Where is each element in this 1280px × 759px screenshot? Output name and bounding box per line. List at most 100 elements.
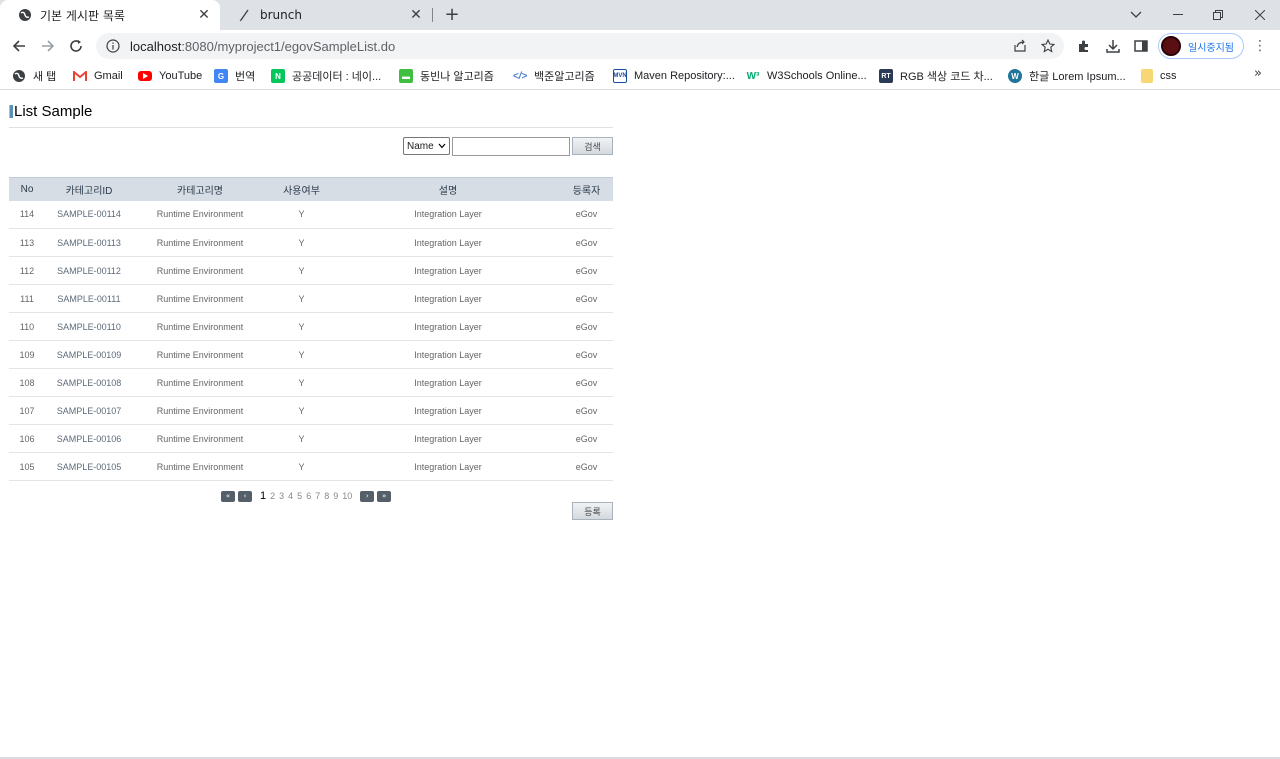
cell-description: Integration Layer [336, 256, 560, 285]
w3-icon: W³ [746, 70, 760, 82]
page-number-link[interactable]: 8 [324, 491, 329, 501]
close-tab-icon[interactable]: ✕ [408, 7, 424, 23]
address-bar[interactable]: localhost:8080/myproject1/egovSampleList… [96, 33, 1064, 59]
page-number-link[interactable]: 1 [260, 490, 266, 502]
close-tab-icon[interactable]: ✕ [196, 7, 212, 23]
table-row[interactable]: 111 SAMPLE-00111 Runtime Environment Y Integ… [9, 284, 613, 313]
bookmark-w3schools[interactable]: W³ W3Schools Online... [746, 67, 867, 85]
cell-category-id[interactable]: SAMPLE-00106 [45, 424, 133, 453]
tab-search-icon[interactable] [1116, 0, 1156, 30]
page-number-link[interactable]: 7 [315, 491, 320, 501]
cell-registrant: eGov [560, 256, 613, 285]
table-row[interactable]: 112 SAMPLE-00112 Runtime Environment Y Integ… [9, 256, 613, 285]
cell-category-name: Runtime Environment [133, 368, 267, 397]
extensions-icon[interactable] [1076, 38, 1092, 54]
cell-description: Integration Layer [336, 228, 560, 257]
bookmark-youtube[interactable]: YouTube [138, 67, 202, 85]
cell-category-id[interactable]: SAMPLE-00114 [45, 200, 133, 229]
profile-button[interactable]: 일시중지됨 [1158, 33, 1244, 59]
cell-description: Integration Layer [336, 424, 560, 453]
tab-board-list[interactable]: 기본 게시판 목록 ✕ [0, 0, 220, 30]
bookmark-public-data[interactable]: N 공공데이터 : 네이... [271, 67, 381, 85]
bookmark-star-icon[interactable] [1040, 38, 1056, 54]
bookmark-folder-css[interactable]: css [1141, 67, 1177, 85]
page-content: List Sample Name 검색 No 카테고리ID 카테고리명 사용여부… [0, 91, 1280, 759]
info-icon[interactable] [106, 39, 120, 53]
reload-button[interactable] [64, 34, 88, 58]
page-number-link[interactable]: 6 [306, 491, 311, 501]
back-button[interactable] [7, 34, 31, 58]
cell-no: 112 [9, 256, 45, 285]
page-number-link[interactable]: 10 [342, 491, 352, 501]
cell-category-id[interactable]: SAMPLE-00113 [45, 228, 133, 257]
next-page-icon[interactable]: › [360, 490, 375, 502]
table-row[interactable]: 107 SAMPLE-00107 Runtime Environment Y Integ… [9, 396, 613, 425]
menu-icon[interactable]: ⋮ [1252, 38, 1268, 54]
table-row[interactable]: 109 SAMPLE-00109 Runtime Environment Y Integ… [9, 340, 613, 369]
page-number-link[interactable]: 4 [288, 491, 293, 501]
cell-use-yn: Y [267, 312, 336, 341]
search-keyword-input[interactable] [452, 137, 570, 156]
bookmark-lorem[interactable]: W 한글 Lorem Ipsum... [1008, 67, 1126, 85]
share-icon[interactable] [1012, 38, 1028, 54]
download-icon[interactable] [1105, 38, 1121, 54]
bookmark-baekjoon[interactable]: </> 백준알고리즘 [513, 67, 595, 85]
cell-description: Integration Layer [336, 452, 560, 481]
bookmark-new-tab[interactable]: 새 탭 [12, 67, 56, 85]
cell-no: 111 [9, 284, 45, 313]
globe-icon [12, 69, 26, 83]
first-page-icon[interactable]: « [221, 490, 235, 502]
forward-button[interactable] [36, 34, 60, 58]
cell-description: Integration Layer [336, 312, 560, 341]
cell-description: Integration Layer [336, 340, 560, 369]
cell-category-id[interactable]: SAMPLE-00111 [45, 284, 133, 313]
search-button[interactable]: 검색 [572, 137, 613, 155]
cell-category-id[interactable]: SAMPLE-00105 [45, 452, 133, 481]
table-row[interactable]: 105 SAMPLE-00105 Runtime Environment Y Integ… [9, 452, 613, 481]
tab-brunch[interactable]: brunch ✕ [220, 0, 432, 30]
url-host: localhost [130, 38, 182, 54]
register-button[interactable]: 등록 [572, 502, 613, 520]
bookmark-dongbinna[interactable]: ▬ 동빈나 알고리즘 [399, 67, 494, 85]
cell-category-id[interactable]: SAMPLE-00112 [45, 256, 133, 285]
header-category-name: 카테고리명 [133, 177, 267, 201]
cell-use-yn: Y [267, 340, 336, 369]
page-number-link[interactable]: 5 [297, 491, 302, 501]
table-row[interactable]: 113 SAMPLE-00113 Runtime Environment Y Integ… [9, 228, 613, 257]
minimize-button[interactable] [1158, 0, 1198, 30]
close-window-button[interactable] [1240, 0, 1280, 30]
bookmark-gmail[interactable]: Gmail [73, 67, 123, 85]
prev-page-icon[interactable]: ‹ [238, 490, 252, 502]
last-page-icon[interactable]: » [377, 490, 392, 502]
cell-category-id[interactable]: SAMPLE-00107 [45, 396, 133, 425]
table-row[interactable]: 110 SAMPLE-00110 Runtime Environment Y Integ… [9, 312, 613, 341]
bookmark-rgb[interactable]: RT RGB 색상 코드 차... [879, 67, 993, 85]
table-row[interactable]: 106 SAMPLE-00106 Runtime Environment Y Integ… [9, 424, 613, 453]
bookmark-maven[interactable]: MVN Maven Repository:... [613, 67, 735, 85]
page-number-link[interactable]: 3 [279, 491, 284, 501]
search-condition-select[interactable]: Name [403, 137, 450, 155]
cell-category-name: Runtime Environment [133, 312, 267, 341]
cell-category-name: Runtime Environment [133, 396, 267, 425]
cell-use-yn: Y [267, 424, 336, 453]
cell-category-id[interactable]: SAMPLE-00110 [45, 312, 133, 341]
cell-category-id[interactable]: SAMPLE-00108 [45, 368, 133, 397]
restore-button[interactable] [1198, 0, 1238, 30]
bookmarks-overflow-icon[interactable]: » [1254, 66, 1262, 81]
cell-category-name: Runtime Environment [133, 452, 267, 481]
bookmark-translate[interactable]: G 번역 [214, 67, 255, 85]
new-tab-button[interactable]: + [442, 5, 462, 25]
cell-use-yn: Y [267, 452, 336, 481]
header-registrant: 등록자 [560, 177, 613, 201]
cell-no: 105 [9, 452, 45, 481]
page-number-link[interactable]: 9 [333, 491, 338, 501]
cell-category-id[interactable]: SAMPLE-00109 [45, 340, 133, 369]
code-icon: </> [512, 70, 528, 82]
table-row[interactable]: 108 SAMPLE-00108 Runtime Environment Y Integ… [9, 368, 613, 397]
bookmark-label: css [1160, 70, 1177, 82]
table-row[interactable]: 114 SAMPLE-00114 Runtime Environment Y Integ… [9, 200, 613, 229]
cell-registrant: eGov [560, 368, 613, 397]
tab-separator [432, 8, 433, 22]
page-number-link[interactable]: 2 [270, 491, 275, 501]
side-panel-icon[interactable] [1133, 38, 1149, 54]
